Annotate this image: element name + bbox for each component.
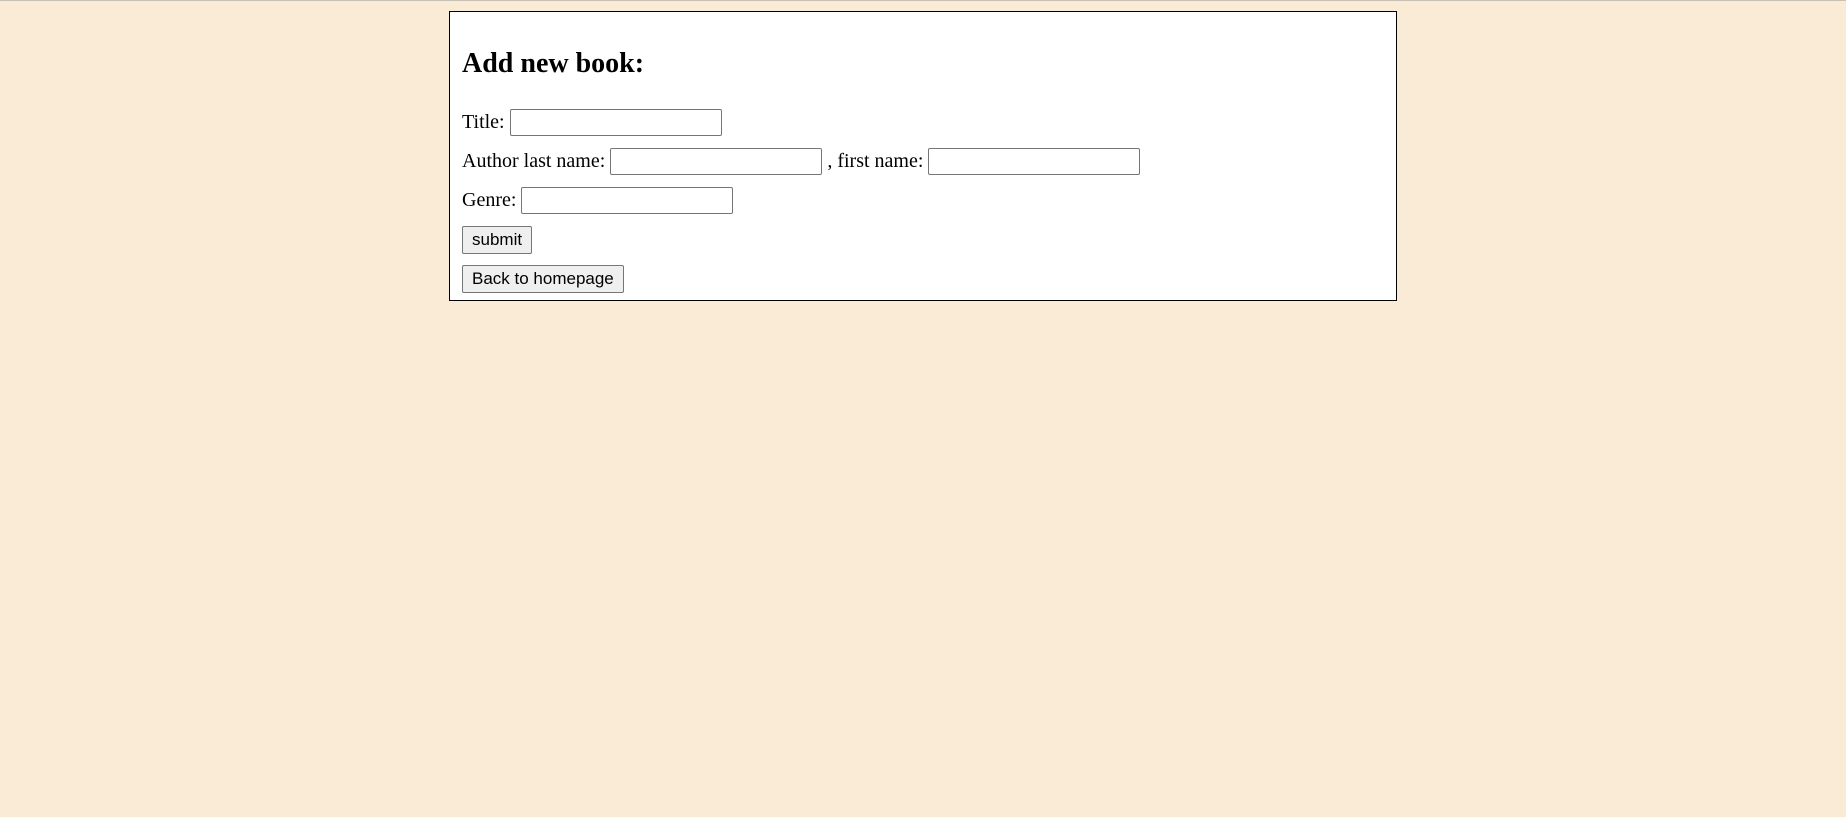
genre-row: Genre: <box>462 185 739 215</box>
author-last-name-label: Author last name: <box>462 150 606 172</box>
title-input[interactable] <box>509 108 722 136</box>
genre-label: Genre: <box>462 189 517 211</box>
submit-button[interactable]: submit <box>462 226 533 254</box>
author-first-name-input[interactable] <box>928 147 1141 175</box>
genre-input[interactable] <box>521 186 734 214</box>
author-row: Author last name: , first name: <box>462 146 1146 176</box>
add-book-panel: Add new book: Title: Author last name: ,… <box>449 11 1397 301</box>
author-first-name-label: , first name: <box>827 150 924 172</box>
title-label: Title: <box>462 111 505 133</box>
title-row: Title: <box>462 107 728 137</box>
author-last-name-input[interactable] <box>610 147 823 175</box>
top-divider <box>0 0 1846 1</box>
page-title: Add new book: <box>462 48 645 79</box>
back-to-homepage-button[interactable]: Back to homepage <box>462 265 624 293</box>
